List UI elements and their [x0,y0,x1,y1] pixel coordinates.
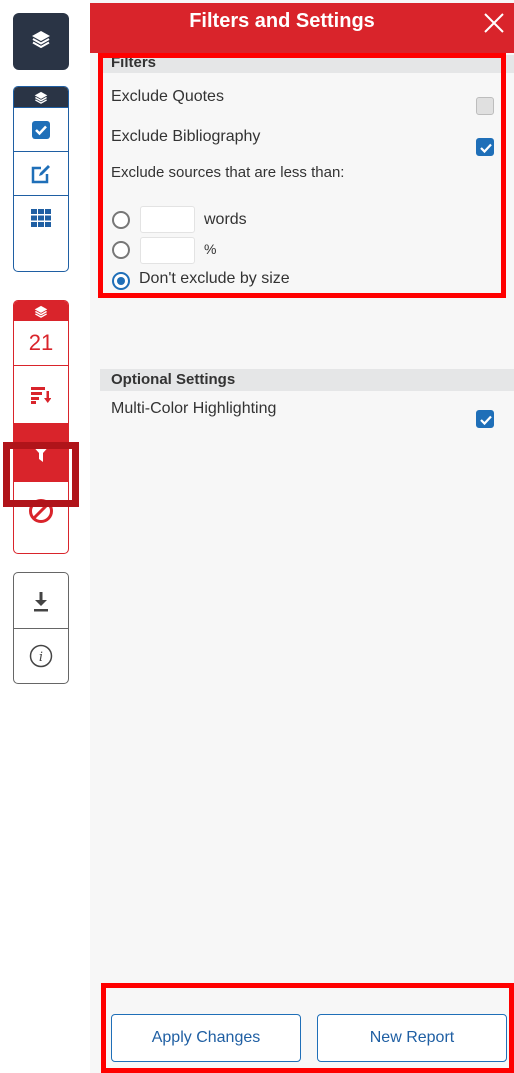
info-button[interactable]: i [14,628,68,683]
exclude-bibliography-checkbox[interactable] [476,138,494,156]
exclude-quotes-label: Exclude Quotes [111,88,224,105]
filters-section-header: Filters [100,55,514,73]
panel-title: Filters and Settings [189,10,375,32]
checkmark-icon [480,415,492,426]
exclude-size-label: Exclude sources that are less than: [111,164,345,181]
download-icon [34,591,48,611]
words-radio[interactable] [112,211,130,229]
percent-input[interactable] [140,237,195,264]
optional-settings-header: Optional Settings [100,369,514,391]
edit-icon [31,164,50,183]
exclude-quotes-checkbox[interactable] [476,97,494,115]
grid-tool-button[interactable] [14,195,68,239]
new-report-button[interactable]: New Report [317,1014,507,1062]
close-button[interactable] [480,11,508,39]
sort-button[interactable] [14,365,68,423]
tool-sidebar: 21 i [0,0,90,1073]
layers-icon [34,305,48,318]
grid-icon [31,208,51,227]
apply-changes-button[interactable]: Apply Changes [111,1014,301,1062]
match-count-button[interactable]: 21 [14,321,68,365]
words-unit-label: words [204,211,247,228]
svg-text:i: i [39,650,43,665]
words-input[interactable] [140,206,195,233]
edit-tool-button[interactable] [14,151,68,195]
percent-radio[interactable] [112,241,130,259]
layers-icon [31,30,51,53]
exclude-button[interactable] [14,481,68,539]
close-icon [484,13,504,33]
match-count: 21 [28,330,54,355]
panel-header: Filters and Settings [90,3,514,53]
multicolor-label: Multi-Color Highlighting [111,400,277,417]
percent-unit-label: % [204,241,217,257]
layers-group-header [14,301,68,321]
checkbox-icon [32,120,50,139]
filter-button[interactable] [14,423,68,481]
match-overview-group [13,86,69,272]
layers-group-header [14,87,68,107]
download-button[interactable] [14,573,68,628]
filters-settings-panel: Filters and Settings Filters Exclude Quo… [90,0,514,1073]
exclude-bibliography-label: Exclude Bibliography [111,128,261,145]
utility-group: i [13,572,69,684]
info-icon: i [29,644,53,668]
layers-button[interactable] [13,13,69,70]
multicolor-checkbox[interactable] [476,410,494,428]
sort-icon [31,386,51,404]
similarity-group: 21 [13,300,69,554]
checkbox-tool-button[interactable] [14,107,68,151]
block-icon [29,498,53,523]
dont-exclude-radio[interactable] [112,272,130,290]
filter-icon [30,442,52,462]
dont-exclude-label: Don't exclude by size [139,270,290,287]
checkmark-icon [480,143,492,154]
layers-icon [34,91,48,104]
